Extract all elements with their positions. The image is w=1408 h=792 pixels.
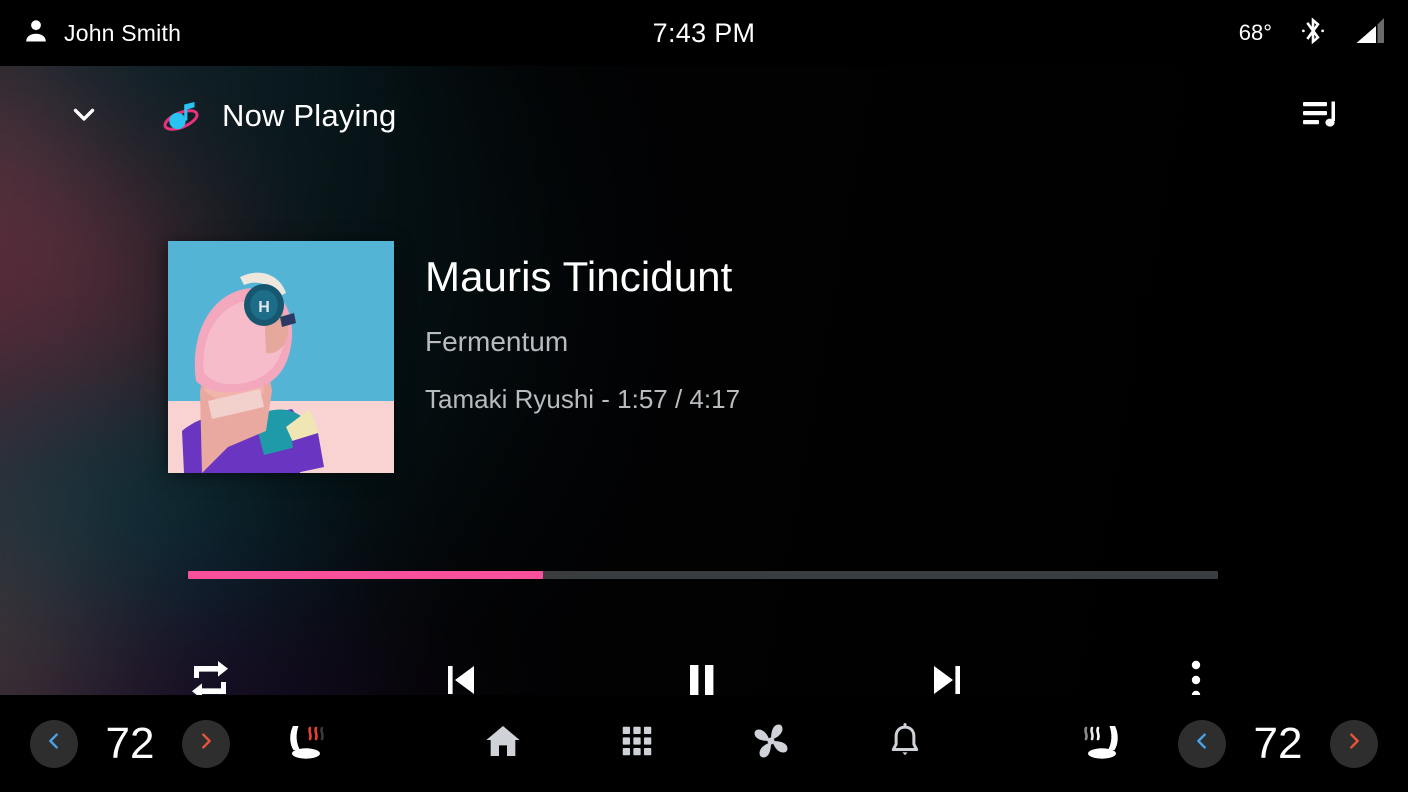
track-info: Mauris Tincidunt Fermentum Tamaki Ryushi…	[425, 241, 740, 415]
chevron-down-icon	[67, 97, 101, 136]
music-note-orbit-icon	[159, 95, 201, 137]
now-playing-panel: Now Playing H Mauris Tincidunt Fermentum…	[0, 66, 1408, 695]
apps-button[interactable]	[609, 716, 665, 772]
outside-temperature-label: 68°	[1238, 20, 1272, 45]
now-playing-header: Now Playing	[0, 66, 1408, 166]
climate-button[interactable]	[743, 716, 799, 772]
home-icon	[483, 721, 523, 766]
notifications-button[interactable]	[877, 716, 933, 772]
bell-icon	[886, 722, 924, 765]
playlist-queue-button[interactable]	[1294, 89, 1348, 143]
bluetooth-icon	[1298, 15, 1328, 52]
collapse-panel-button[interactable]	[53, 85, 115, 147]
status-bar: John Smith 7:43 PM 68°	[0, 0, 1408, 66]
repeat-icon	[188, 660, 232, 695]
person-icon	[22, 17, 50, 50]
main-navigation-icons	[0, 695, 1408, 792]
skip-next-icon	[929, 661, 965, 696]
pause-icon	[685, 661, 719, 696]
fan-icon	[750, 720, 792, 767]
user-name-label: John Smith	[64, 19, 182, 46]
cellular-signal-icon	[1354, 16, 1386, 51]
play-pause-button[interactable]	[672, 652, 732, 695]
album-art[interactable]: H	[168, 241, 394, 473]
playlist-queue-icon	[1301, 96, 1341, 137]
track-album: Fermentum	[425, 326, 569, 358]
status-bar-indicators: 68°	[1239, 15, 1408, 52]
now-playing-content: H Mauris Tincidunt Fermentum Tamaki Ryus…	[0, 241, 1408, 473]
more-options-button[interactable]	[1166, 652, 1226, 695]
skip-previous-icon	[443, 661, 479, 696]
svg-text:H: H	[258, 299, 270, 316]
track-title: Mauris Tincidunt	[425, 253, 733, 300]
track-artist-and-time: Tamaki Ryushi - 1:57 / 4:17	[425, 384, 741, 415]
playback-progress-slider[interactable]	[188, 571, 1218, 579]
page-title: Now Playing	[222, 98, 397, 133]
status-bar-user[interactable]: John Smith	[0, 17, 1239, 50]
previous-button[interactable]	[431, 652, 491, 695]
progress-fill	[188, 571, 544, 579]
bottom-navigation-bar: 72 72	[0, 695, 1408, 792]
repeat-button[interactable]	[180, 652, 240, 695]
more-vertical-icon	[1189, 659, 1203, 695]
transport-controls	[188, 652, 1218, 695]
home-button[interactable]	[475, 716, 531, 772]
next-button[interactable]	[917, 652, 977, 695]
grid-apps-icon	[618, 722, 656, 765]
